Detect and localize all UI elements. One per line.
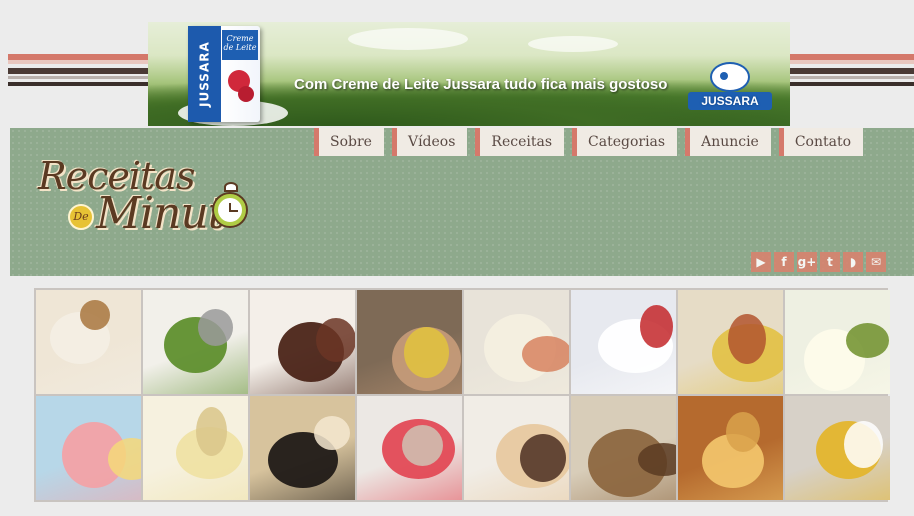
youtube-icon[interactable]: ▶ xyxy=(751,252,771,272)
site-header: Sobre Vídeos Receitas Categorias Anuncie… xyxy=(10,128,914,276)
tile-pudding[interactable] xyxy=(143,396,248,500)
tile-cheese[interactable] xyxy=(678,396,783,500)
banner-strip: JUSSARA Creme de Leite Com Creme de Leit… xyxy=(8,10,914,128)
social-links: ▶ f g+ t ◗ ✉ xyxy=(751,252,886,272)
clock-icon xyxy=(214,194,246,226)
cream-carton-image: JUSSARA Creme de Leite xyxy=(188,26,260,122)
recipe-gallery xyxy=(34,288,890,502)
tile-yellow-soup[interactable] xyxy=(785,396,890,500)
tile-sandwich[interactable] xyxy=(464,396,569,500)
facebook-icon[interactable]: f xyxy=(774,252,794,272)
food-shape xyxy=(402,425,443,466)
tile-broccoli[interactable] xyxy=(143,290,248,394)
tile-mushroom-stew[interactable] xyxy=(571,396,676,500)
jussara-logo: JUSSARA xyxy=(688,62,772,118)
food-shape xyxy=(198,309,233,346)
rss-icon[interactable]: ◗ xyxy=(843,252,863,272)
food-shape xyxy=(728,314,766,364)
food-shape xyxy=(80,300,110,330)
tile-cream-soup[interactable] xyxy=(464,290,569,394)
tile-salpicao-sandwich[interactable] xyxy=(36,290,141,394)
jussara-logo-text: JUSSARA xyxy=(688,92,772,110)
main-nav: Sobre Vídeos Receitas Categorias Anuncie… xyxy=(314,128,871,156)
food-shape xyxy=(522,336,569,372)
cow-icon xyxy=(710,62,750,92)
tile-sausage-rolls[interactable] xyxy=(250,396,355,500)
food-shape xyxy=(196,407,227,456)
tile-chocolate-drink[interactable] xyxy=(357,290,462,394)
site-logo[interactable]: Receitas De Minut xyxy=(38,154,258,254)
nav-item-categorias[interactable]: Categorias xyxy=(572,128,678,156)
food-shape xyxy=(314,416,350,450)
nav-item-anuncie[interactable]: Anuncie xyxy=(685,128,771,156)
email-icon[interactable]: ✉ xyxy=(866,252,886,272)
food-shape xyxy=(316,318,355,362)
ad-banner[interactable]: JUSSARA Creme de Leite Com Creme de Leit… xyxy=(148,22,790,126)
tile-pink-juice[interactable] xyxy=(36,396,141,500)
chef-hat-icon xyxy=(224,182,238,192)
nav-item-contato[interactable]: Contato xyxy=(778,128,864,156)
food-shape xyxy=(844,421,883,468)
food-shape xyxy=(404,327,449,378)
tile-chocolate-cake[interactable] xyxy=(250,290,355,394)
food-shape xyxy=(640,305,673,348)
logo-text-de: De xyxy=(68,204,94,230)
nav-item-receitas[interactable]: Receitas xyxy=(475,128,565,156)
tile-salad[interactable] xyxy=(571,290,676,394)
tile-kiwi-drink[interactable] xyxy=(785,290,890,394)
page: JUSSARA Creme de Leite Com Creme de Leit… xyxy=(0,0,914,516)
carton-label: Creme de Leite xyxy=(222,30,258,60)
cloud xyxy=(348,28,468,50)
ad-tagline: Com Creme de Leite Jussara tudo fica mai… xyxy=(294,76,668,93)
food-shape xyxy=(726,412,760,452)
food-shape xyxy=(846,323,889,358)
cloud xyxy=(528,36,618,52)
tumblr-icon[interactable]: t xyxy=(820,252,840,272)
google-plus-icon[interactable]: g+ xyxy=(797,252,817,272)
strawberry xyxy=(238,86,254,102)
food-shape xyxy=(520,434,566,482)
carton-brand: JUSSARA xyxy=(188,26,221,122)
tile-watermelon-drink[interactable] xyxy=(357,396,462,500)
nav-item-videos[interactable]: Vídeos xyxy=(391,128,468,156)
tile-granola[interactable] xyxy=(678,290,783,394)
nav-item-sobre[interactable]: Sobre xyxy=(314,128,384,156)
logo-text-minuto: Minut xyxy=(96,188,225,239)
